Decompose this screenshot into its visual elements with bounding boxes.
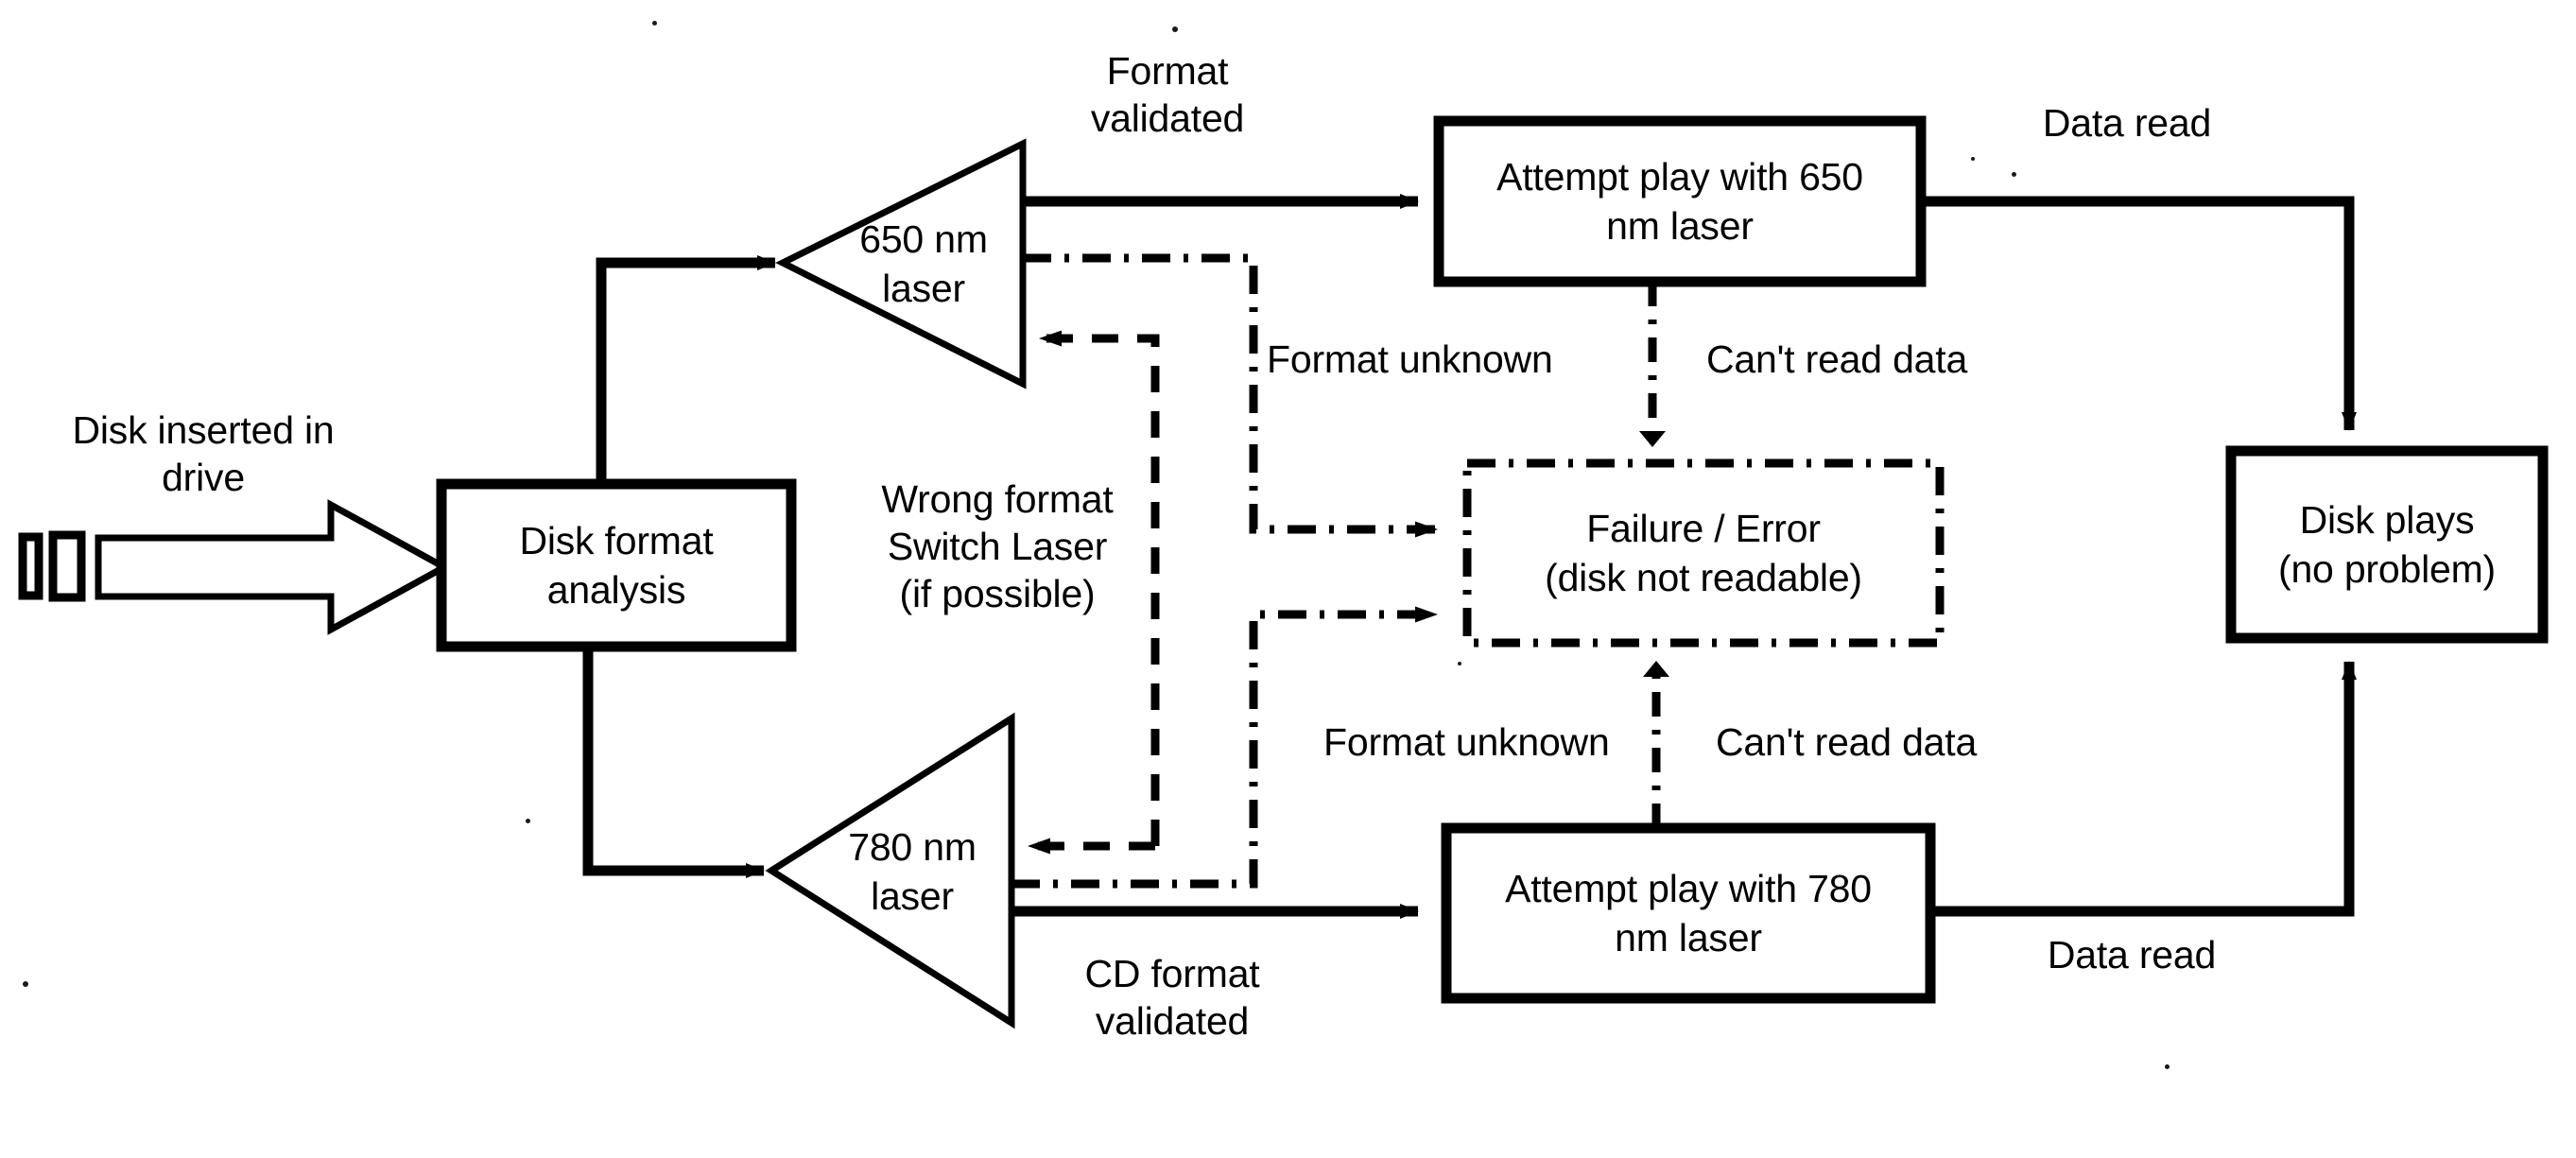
format-unknown-bottom-label: Format unknown bbox=[1323, 720, 1610, 764]
edge-analysis-to-650 bbox=[596, 255, 776, 484]
laser-780-label: 780 nm laser bbox=[848, 825, 977, 918]
failure-error-label: Failure / Error (disk not readable) bbox=[1545, 507, 1862, 599]
disk-inserted-label: Disk inserted in drive bbox=[72, 408, 335, 499]
scan-speck bbox=[1971, 157, 1975, 161]
edge-780-data-read bbox=[1930, 661, 2357, 917]
format-validated-label: Format validated bbox=[1090, 49, 1245, 140]
format-unknown-top-label: Format unknown bbox=[1267, 337, 1553, 381]
wrong-format-switch-laser-label: Wrong format Switch Laser (if possible) bbox=[881, 477, 1114, 615]
disk-plays-label: Disk plays (no problem) bbox=[2277, 498, 2497, 591]
scan-speck bbox=[2165, 1064, 2170, 1069]
cant-read-data-top-label: Can't read data bbox=[1706, 337, 1968, 381]
attempt-play-650-label: Attempt play with 650 nm laser bbox=[1496, 155, 1863, 248]
laser-650-label: 650 nm laser bbox=[859, 217, 988, 310]
diagram-canvas: Disk inserted in drive Disk format analy… bbox=[0, 0, 2576, 1158]
data-read-bottom-label: Data read bbox=[2047, 933, 2217, 977]
edge-650-data-read bbox=[1921, 196, 2357, 431]
data-read-top-label: Data read bbox=[2042, 101, 2212, 145]
disk-media-icon bbox=[18, 530, 86, 602]
disk-inserted-block-arrow bbox=[95, 499, 452, 635]
disk-format-analysis-label: Disk format analysis bbox=[519, 519, 714, 612]
scan-speck bbox=[526, 819, 530, 823]
scan-speck bbox=[23, 981, 28, 987]
attempt-play-780-label: Attempt play with 780 nm laser bbox=[1505, 867, 1872, 959]
scan-speck bbox=[1458, 662, 1461, 665]
scan-speck bbox=[2012, 172, 2016, 177]
scan-speck bbox=[1172, 26, 1178, 32]
cant-read-data-bottom-label: Can't read data bbox=[1716, 720, 1978, 764]
scan-speck bbox=[652, 21, 657, 26]
cd-format-validated-label: CD format validated bbox=[1084, 952, 1260, 1043]
edge-analysis-to-780 bbox=[582, 647, 765, 878]
